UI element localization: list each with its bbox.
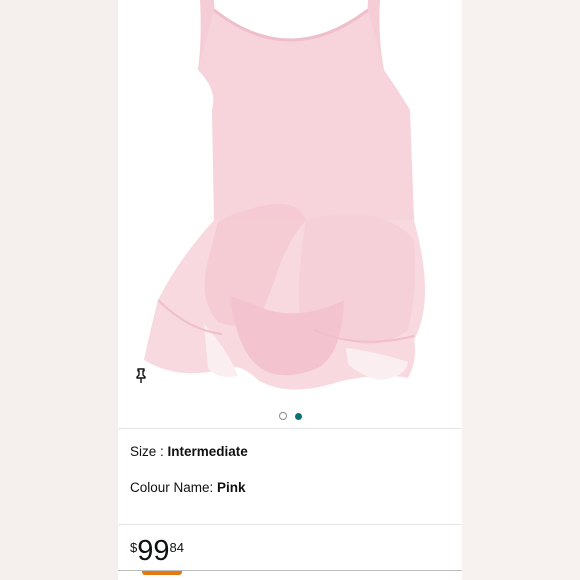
pin-icon	[136, 368, 146, 383]
price-tab-indicator	[142, 571, 182, 575]
colour-value: Pink	[217, 480, 246, 495]
price: $99 84	[130, 536, 184, 566]
price-whole: 99	[137, 535, 170, 567]
right-background	[462, 0, 580, 580]
carousel-indicator	[118, 406, 462, 426]
colour-row: Colour Name: Pink	[130, 480, 246, 495]
pin-button[interactable]	[134, 368, 164, 398]
divider	[118, 524, 462, 525]
dress-illustration	[144, 0, 425, 390]
product-image[interactable]	[118, 0, 462, 402]
left-background	[0, 0, 118, 580]
carousel-dot-2-active[interactable]	[294, 412, 302, 420]
colour-label: Colour Name:	[130, 480, 218, 495]
price-fraction: 84	[169, 540, 184, 555]
price-symbol: $	[130, 540, 138, 555]
size-label: Size :	[130, 444, 168, 459]
size-row: Size : Intermediate	[130, 444, 248, 459]
carousel-dot-1[interactable]	[278, 412, 287, 420]
size-value: Intermediate	[167, 444, 248, 459]
divider	[118, 428, 462, 429]
product-card: Size : Intermediate Colour Name: Pink $9…	[118, 0, 462, 580]
